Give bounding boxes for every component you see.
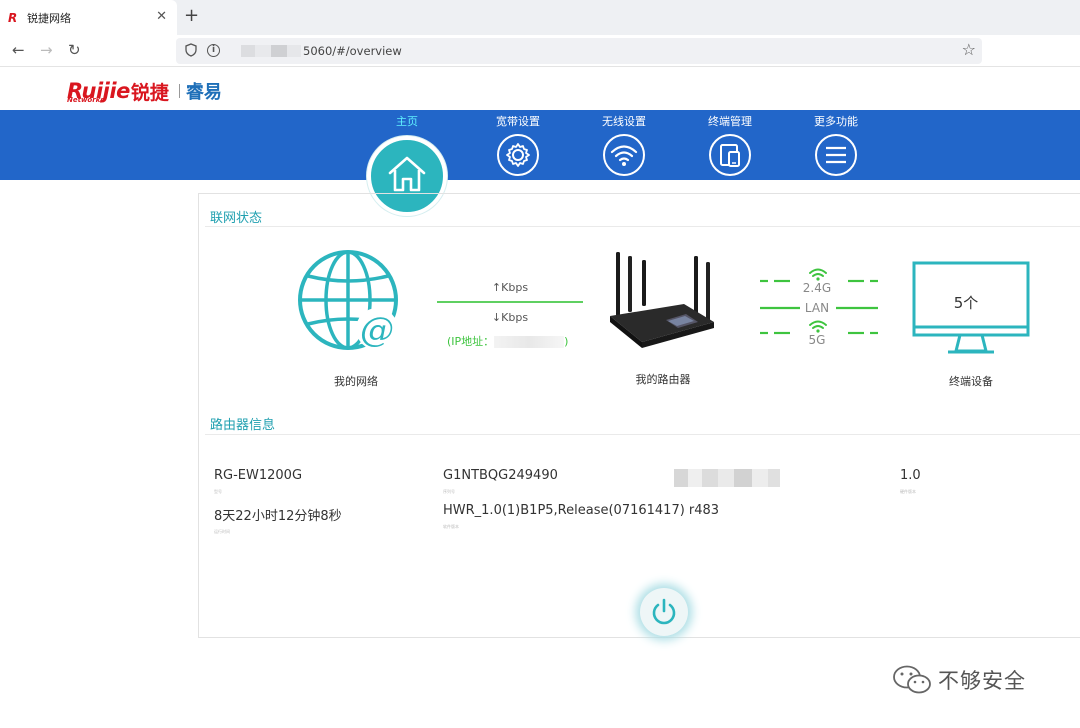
hardware-version-value: 1.0 [900, 468, 921, 483]
shield-icon [185, 43, 197, 57]
uptime-label: 运行时间 [214, 529, 230, 534]
router-info-title: 路由器信息 [210, 418, 276, 433]
lan-label: LAN [804, 301, 830, 315]
redacted-ip [494, 336, 565, 348]
software-version-label: 软件版本 [443, 524, 459, 529]
devices-label: 终端设备 [949, 375, 993, 388]
nav-item-home[interactable]: 主页 [367, 115, 447, 129]
main-navigation: 主页 宽带设置 无线设置 终端管理 更多功能 [0, 110, 1080, 180]
wifi-icon[interactable] [603, 134, 645, 176]
model-label: 型号 [214, 489, 222, 494]
forward-button[interactable]: → [40, 41, 53, 59]
uptime-value: 8天22小时12分钟8秒 [214, 509, 342, 524]
watermark: 不够安全 [892, 664, 1026, 696]
my-network-label: 我的网络 [334, 375, 378, 388]
devices-icon[interactable] [709, 134, 751, 176]
band-5g-label: 5G [808, 333, 826, 347]
wechat-icon [893, 665, 931, 694]
my-router-label: 我的路由器 [635, 373, 691, 386]
router-image[interactable] [606, 250, 718, 350]
connection-line [437, 301, 583, 303]
nav-item-more[interactable]: 更多功能 [796, 115, 876, 129]
globe-internet-icon[interactable]: @ [298, 250, 402, 354]
brand-logo: Ruijie 锐捷 Networks 睿易 [67, 78, 222, 104]
close-tab-icon[interactable]: ✕ [156, 10, 167, 23]
device-count: 5个 [953, 294, 979, 312]
ip-address: (IP地址：) [447, 333, 568, 349]
back-button[interactable]: ← [12, 41, 25, 59]
url-text: 5060/#/overview [303, 44, 402, 58]
model-value: RG-EW1200G [214, 468, 303, 483]
ip-prefix: (IP地址： [447, 335, 495, 348]
divider [205, 434, 1080, 435]
logo-ruiyi: 睿易 [185, 82, 222, 103]
home-icon [388, 156, 426, 192]
browser-toolbar: ← → ↻ i 5060/#/overview ☆ [0, 35, 1080, 67]
address-bar[interactable]: i 5060/#/overview ☆ [176, 38, 982, 64]
nav-item-broadband[interactable]: 宽带设置 [478, 115, 558, 129]
logo-networks: Networks [67, 96, 105, 104]
browser-tab-bar: R 锐捷网络 ✕ + [0, 0, 1080, 35]
browser-tab[interactable]: R 锐捷网络 ✕ [0, 0, 177, 35]
logo-divider [178, 84, 180, 98]
watermark-text: 不够安全 [938, 669, 1026, 693]
reload-button[interactable]: ↻ [68, 41, 81, 59]
network-status-title: 联网状态 [210, 211, 263, 226]
divider [205, 226, 1080, 227]
ruijie-favicon-icon: R [8, 10, 18, 25]
serial-value: G1NTBQG249490 [443, 468, 558, 483]
wifi-5g-icon [809, 320, 827, 329]
logo-ruijie-cn: 锐捷 [130, 81, 169, 104]
power-button[interactable] [640, 588, 688, 636]
hardware-version-label: 硬件版本 [900, 489, 916, 494]
svg-text:@: @ [360, 310, 394, 350]
more-menu-icon[interactable] [815, 134, 857, 176]
download-speed: ↓Kbps [491, 311, 529, 324]
ip-suffix: ) [564, 335, 569, 348]
serial-label: 序列号 [443, 489, 455, 494]
power-icon [652, 598, 676, 625]
nav-item-wireless[interactable]: 无线设置 [584, 115, 664, 129]
wifi-24g-icon [809, 268, 827, 277]
gear-icon[interactable] [497, 134, 539, 176]
redacted-host [231, 45, 301, 57]
info-icon[interactable]: i [207, 44, 220, 57]
new-tab-button[interactable]: + [184, 7, 199, 25]
nav-item-terminals[interactable]: 终端管理 [690, 115, 770, 129]
redacted-mac [674, 469, 780, 487]
upload-speed: ↑Kbps [491, 281, 529, 294]
tab-title: 锐捷网络 [27, 11, 71, 25]
software-version-value: HWR_1.0(1)B1P5,Release(07161417) r483 [443, 503, 720, 518]
bookmark-star-icon[interactable]: ☆ [962, 41, 976, 59]
band-24g-label: 2.4G [802, 281, 832, 295]
